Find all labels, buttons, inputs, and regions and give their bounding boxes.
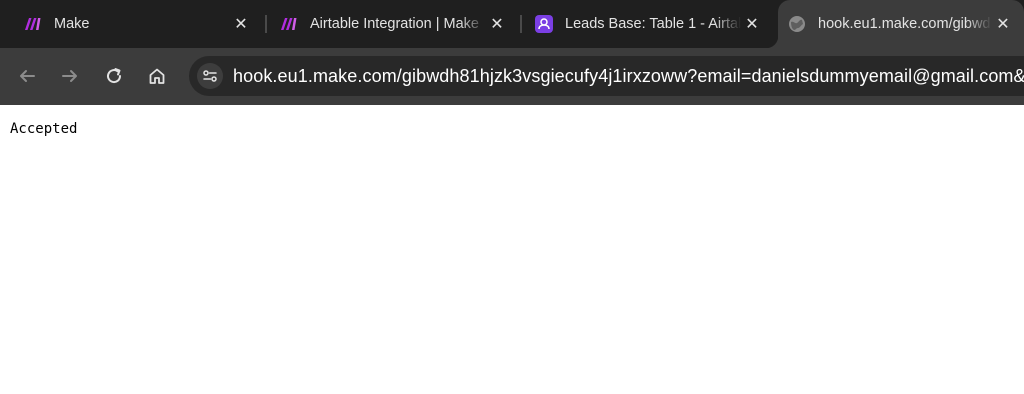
- tab-strip: Make ✕ Airtable Integration | Make ✕ Lea…: [0, 0, 1024, 48]
- back-button[interactable]: [13, 62, 41, 90]
- browser-toolbar: hook.eu1.make.com/gibwdh81hjzk3vsgiecufy…: [0, 48, 1024, 105]
- tab-leads-base[interactable]: Leads Base: Table 1 - Airtable ✕: [529, 0, 769, 48]
- tab-title: hook.eu1.make.com/gibwdh81hjzk3vsgiecufy…: [818, 16, 992, 32]
- tab-separator: [520, 15, 522, 33]
- back-arrow-icon: [20, 70, 35, 82]
- close-tab-icon[interactable]: ✕: [486, 13, 508, 35]
- site-info-button[interactable]: [197, 63, 223, 89]
- home-button[interactable]: [143, 62, 171, 90]
- home-icon: [149, 68, 165, 84]
- close-tab-icon[interactable]: ✕: [230, 13, 252, 35]
- tab-make[interactable]: Make ✕: [18, 0, 258, 48]
- page-content: Accepted: [0, 105, 1024, 394]
- tab-separator: [265, 15, 267, 33]
- reload-button[interactable]: [100, 62, 128, 90]
- close-tab-icon[interactable]: ✕: [741, 13, 763, 35]
- reload-icon: [107, 68, 122, 84]
- tab-title: Airtable Integration | Make: [310, 16, 479, 32]
- forward-button[interactable]: [56, 62, 84, 90]
- url-text[interactable]: hook.eu1.make.com/gibwdh81hjzk3vsgiecufy…: [233, 66, 1024, 87]
- leads-base-icon: [535, 15, 553, 33]
- forward-arrow-icon: [62, 70, 77, 82]
- globe-icon: [788, 15, 806, 33]
- browser-window: Make ✕ Airtable Integration | Make ✕ Lea…: [0, 0, 1024, 394]
- tune-icon: [203, 70, 217, 82]
- make-logo-icon: [24, 15, 42, 33]
- address-bar[interactable]: hook.eu1.make.com/gibwdh81hjzk3vsgiecufy…: [189, 56, 1024, 96]
- close-tab-icon[interactable]: ✕: [992, 13, 1014, 35]
- tab-title: Make: [54, 16, 90, 32]
- tab-title: Leads Base: Table 1 - Airtable: [565, 16, 741, 32]
- tab-airtable-integration[interactable]: Airtable Integration | Make ✕: [274, 0, 514, 48]
- response-body-text: Accepted: [10, 121, 78, 137]
- make-logo-icon: [280, 15, 298, 33]
- tab-webhook-active[interactable]: hook.eu1.make.com/gibwdh81hjzk3vsgiecufy…: [766, 0, 1024, 48]
